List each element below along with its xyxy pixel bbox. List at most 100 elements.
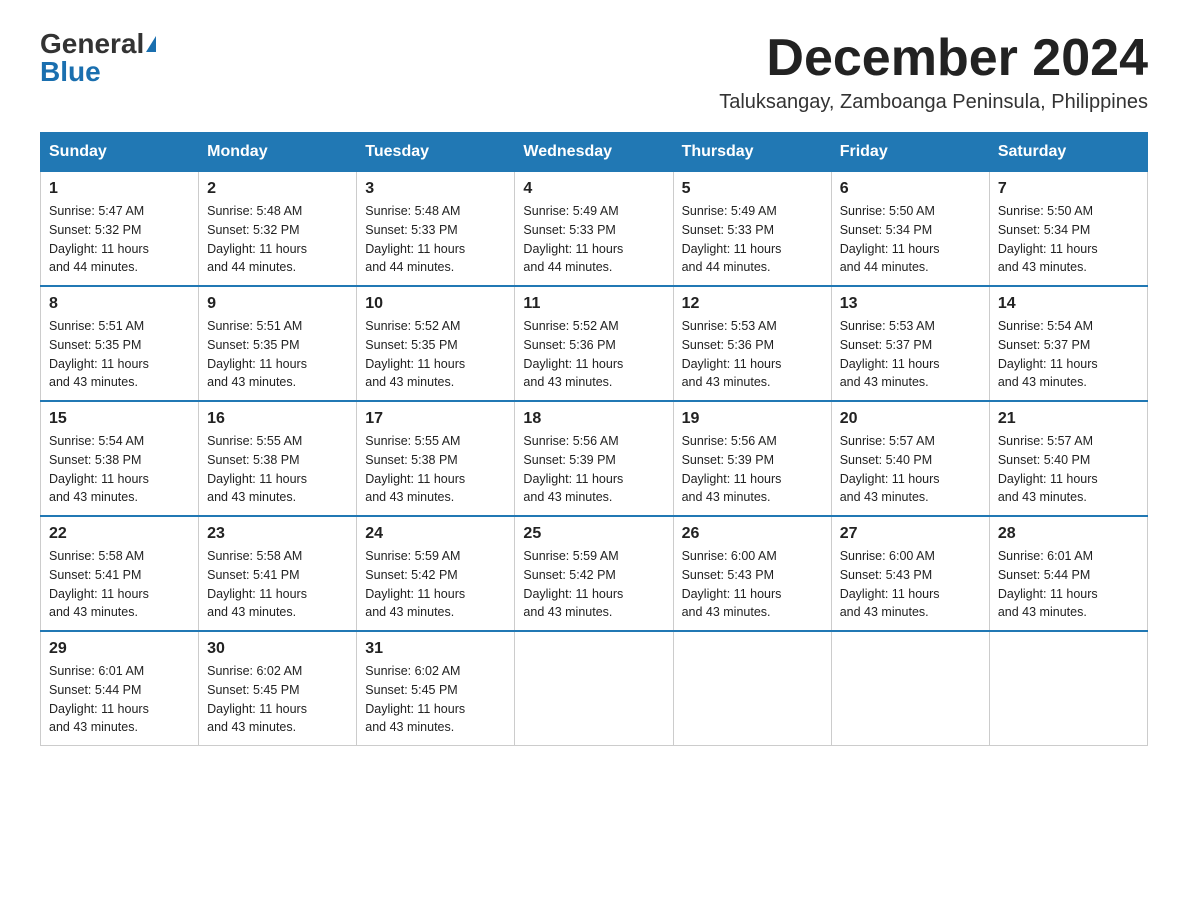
day-info: Sunrise: 5:48 AMSunset: 5:33 PMDaylight:… [365,204,465,274]
day-info: Sunrise: 5:51 AMSunset: 5:35 PMDaylight:… [49,319,149,389]
calendar-cell: 21 Sunrise: 5:57 AMSunset: 5:40 PMDaylig… [989,401,1147,516]
calendar-cell: 14 Sunrise: 5:54 AMSunset: 5:37 PMDaylig… [989,286,1147,401]
logo-triangle-icon [146,36,156,52]
day-number: 29 [49,640,190,658]
calendar-cell: 5 Sunrise: 5:49 AMSunset: 5:33 PMDayligh… [673,172,831,287]
day-number: 5 [682,180,823,198]
day-number: 8 [49,295,190,313]
calendar-cell: 15 Sunrise: 5:54 AMSunset: 5:38 PMDaylig… [41,401,199,516]
calendar-week-row: 22 Sunrise: 5:58 AMSunset: 5:41 PMDaylig… [41,516,1148,631]
day-number: 26 [682,525,823,543]
calendar-cell: 6 Sunrise: 5:50 AMSunset: 5:34 PMDayligh… [831,172,989,287]
day-info: Sunrise: 5:57 AMSunset: 5:40 PMDaylight:… [998,434,1098,504]
day-info: Sunrise: 5:54 AMSunset: 5:37 PMDaylight:… [998,319,1098,389]
calendar-cell: 28 Sunrise: 6:01 AMSunset: 5:44 PMDaylig… [989,516,1147,631]
calendar-week-row: 1 Sunrise: 5:47 AMSunset: 5:32 PMDayligh… [41,172,1148,287]
header-sunday: Sunday [41,133,199,172]
day-info: Sunrise: 5:56 AMSunset: 5:39 PMDaylight:… [682,434,782,504]
calendar-cell: 1 Sunrise: 5:47 AMSunset: 5:32 PMDayligh… [41,172,199,287]
day-number: 19 [682,410,823,428]
day-number: 24 [365,525,506,543]
page-header: General Blue December 2024 Taluksangay, … [40,30,1148,114]
day-info: Sunrise: 5:58 AMSunset: 5:41 PMDaylight:… [207,549,307,619]
day-number: 7 [998,180,1139,198]
calendar-cell: 19 Sunrise: 5:56 AMSunset: 5:39 PMDaylig… [673,401,831,516]
day-info: Sunrise: 5:59 AMSunset: 5:42 PMDaylight:… [523,549,623,619]
header-tuesday: Tuesday [357,133,515,172]
day-info: Sunrise: 5:53 AMSunset: 5:37 PMDaylight:… [840,319,940,389]
day-info: Sunrise: 5:52 AMSunset: 5:36 PMDaylight:… [523,319,623,389]
day-info: Sunrise: 5:51 AMSunset: 5:35 PMDaylight:… [207,319,307,389]
calendar-week-row: 15 Sunrise: 5:54 AMSunset: 5:38 PMDaylig… [41,401,1148,516]
location-title: Taluksangay, Zamboanga Peninsula, Philip… [719,91,1148,114]
calendar-cell: 24 Sunrise: 5:59 AMSunset: 5:42 PMDaylig… [357,516,515,631]
calendar-week-row: 29 Sunrise: 6:01 AMSunset: 5:44 PMDaylig… [41,631,1148,746]
day-number: 15 [49,410,190,428]
calendar-cell: 30 Sunrise: 6:02 AMSunset: 5:45 PMDaylig… [199,631,357,746]
day-number: 27 [840,525,981,543]
day-number: 11 [523,295,664,313]
day-info: Sunrise: 5:58 AMSunset: 5:41 PMDaylight:… [49,549,149,619]
day-info: Sunrise: 6:01 AMSunset: 5:44 PMDaylight:… [998,549,1098,619]
calendar-cell: 9 Sunrise: 5:51 AMSunset: 5:35 PMDayligh… [199,286,357,401]
day-number: 14 [998,295,1139,313]
calendar-cell: 4 Sunrise: 5:49 AMSunset: 5:33 PMDayligh… [515,172,673,287]
calendar-cell: 18 Sunrise: 5:56 AMSunset: 5:39 PMDaylig… [515,401,673,516]
calendar-cell: 10 Sunrise: 5:52 AMSunset: 5:35 PMDaylig… [357,286,515,401]
day-info: Sunrise: 5:59 AMSunset: 5:42 PMDaylight:… [365,549,465,619]
calendar-cell: 3 Sunrise: 5:48 AMSunset: 5:33 PMDayligh… [357,172,515,287]
calendar-cell: 16 Sunrise: 5:55 AMSunset: 5:38 PMDaylig… [199,401,357,516]
day-number: 17 [365,410,506,428]
day-number: 18 [523,410,664,428]
day-info: Sunrise: 5:49 AMSunset: 5:33 PMDaylight:… [682,204,782,274]
calendar-header-row: SundayMondayTuesdayWednesdayThursdayFrid… [41,133,1148,172]
day-info: Sunrise: 6:00 AMSunset: 5:43 PMDaylight:… [840,549,940,619]
calendar-cell: 17 Sunrise: 5:55 AMSunset: 5:38 PMDaylig… [357,401,515,516]
day-number: 23 [207,525,348,543]
day-number: 28 [998,525,1139,543]
day-number: 20 [840,410,981,428]
calendar-cell: 8 Sunrise: 5:51 AMSunset: 5:35 PMDayligh… [41,286,199,401]
day-number: 13 [840,295,981,313]
calendar-cell: 31 Sunrise: 6:02 AMSunset: 5:45 PMDaylig… [357,631,515,746]
day-number: 12 [682,295,823,313]
day-number: 25 [523,525,664,543]
calendar-cell: 26 Sunrise: 6:00 AMSunset: 5:43 PMDaylig… [673,516,831,631]
calendar-cell: 12 Sunrise: 5:53 AMSunset: 5:36 PMDaylig… [673,286,831,401]
calendar-cell: 7 Sunrise: 5:50 AMSunset: 5:34 PMDayligh… [989,172,1147,287]
header-monday: Monday [199,133,357,172]
logo: General Blue [40,30,156,86]
day-info: Sunrise: 6:02 AMSunset: 5:45 PMDaylight:… [365,664,465,734]
day-number: 2 [207,180,348,198]
month-title: December 2024 [719,30,1148,87]
day-number: 3 [365,180,506,198]
calendar-cell [673,631,831,746]
logo-general-text: General [40,30,144,58]
day-info: Sunrise: 6:00 AMSunset: 5:43 PMDaylight:… [682,549,782,619]
day-info: Sunrise: 5:55 AMSunset: 5:38 PMDaylight:… [365,434,465,504]
calendar-cell: 25 Sunrise: 5:59 AMSunset: 5:42 PMDaylig… [515,516,673,631]
day-number: 30 [207,640,348,658]
day-info: Sunrise: 5:52 AMSunset: 5:35 PMDaylight:… [365,319,465,389]
day-number: 9 [207,295,348,313]
calendar-cell: 11 Sunrise: 5:52 AMSunset: 5:36 PMDaylig… [515,286,673,401]
day-number: 10 [365,295,506,313]
calendar-cell: 27 Sunrise: 6:00 AMSunset: 5:43 PMDaylig… [831,516,989,631]
calendar-cell [831,631,989,746]
day-info: Sunrise: 5:47 AMSunset: 5:32 PMDaylight:… [49,204,149,274]
day-info: Sunrise: 5:57 AMSunset: 5:40 PMDaylight:… [840,434,940,504]
header-thursday: Thursday [673,133,831,172]
header-friday: Friday [831,133,989,172]
calendar-cell: 23 Sunrise: 5:58 AMSunset: 5:41 PMDaylig… [199,516,357,631]
header-wednesday: Wednesday [515,133,673,172]
calendar-cell: 22 Sunrise: 5:58 AMSunset: 5:41 PMDaylig… [41,516,199,631]
day-info: Sunrise: 5:56 AMSunset: 5:39 PMDaylight:… [523,434,623,504]
day-info: Sunrise: 5:50 AMSunset: 5:34 PMDaylight:… [998,204,1098,274]
calendar-table: SundayMondayTuesdayWednesdayThursdayFrid… [40,132,1148,746]
title-area: December 2024 Taluksangay, Zamboanga Pen… [719,30,1148,114]
header-saturday: Saturday [989,133,1147,172]
calendar-cell [515,631,673,746]
day-info: Sunrise: 5:50 AMSunset: 5:34 PMDaylight:… [840,204,940,274]
day-info: Sunrise: 5:55 AMSunset: 5:38 PMDaylight:… [207,434,307,504]
logo-blue-text: Blue [40,56,101,87]
